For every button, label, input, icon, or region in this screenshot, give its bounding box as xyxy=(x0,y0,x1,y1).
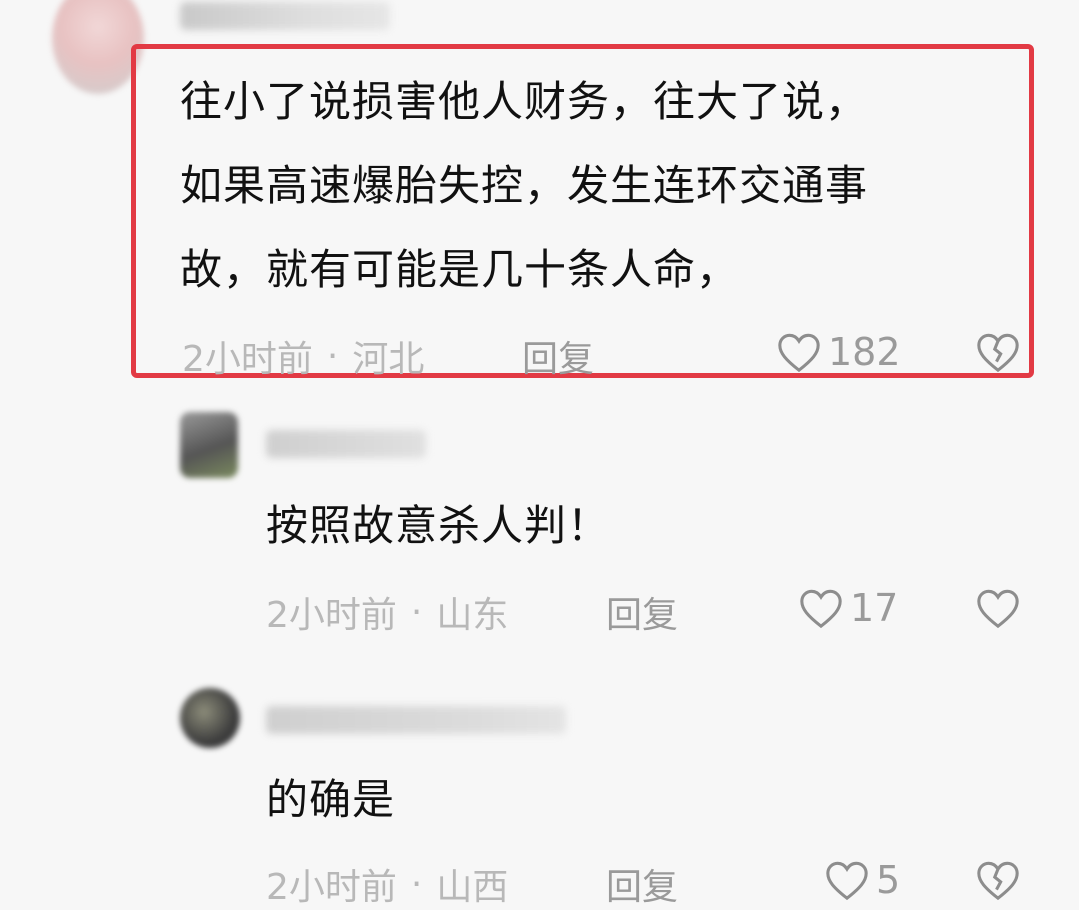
dislike-button[interactable] xyxy=(975,858,1021,906)
comment-meta: 2小时前 · 山东 xyxy=(266,586,508,638)
username[interactable] xyxy=(266,706,566,734)
comment-text: 的确是 xyxy=(266,775,396,824)
reply-button[interactable]: 回复 xyxy=(522,330,594,382)
like-count: 182 xyxy=(828,330,901,374)
comment-location: 山东 xyxy=(436,595,509,636)
dislike-button[interactable] xyxy=(975,330,1021,378)
dislike-button[interactable] xyxy=(975,586,1021,634)
comment-location: 山西 xyxy=(436,867,509,908)
like-count: 17 xyxy=(850,586,899,630)
username[interactable] xyxy=(266,430,426,458)
meta-separator: · xyxy=(326,335,339,377)
like-button[interactable]: 17 xyxy=(798,586,898,630)
heart-outline-icon xyxy=(826,861,868,901)
reply-button[interactable]: 回复 xyxy=(606,858,678,910)
broken-heart-icon xyxy=(977,861,1019,901)
like-count: 5 xyxy=(876,858,901,902)
username[interactable] xyxy=(180,2,390,30)
comment-location: 河北 xyxy=(352,339,425,380)
heart-outline-icon xyxy=(800,589,842,629)
meta-separator: · xyxy=(410,863,423,905)
meta-separator: · xyxy=(410,591,423,633)
reply-button[interactable]: 回复 xyxy=(606,586,678,638)
comment-time: 2小时前 xyxy=(266,595,397,636)
comment-meta: 2小时前 · 河北 xyxy=(182,330,424,382)
comment-text: 按照故意杀人判！ xyxy=(266,501,611,550)
comment-text: 往小了说损害他人财务，往大了说， 如果高速爆胎失控，发生连环交通事 故，就有可能… xyxy=(180,77,869,294)
like-button[interactable]: 5 xyxy=(824,858,900,902)
avatar[interactable] xyxy=(180,412,238,478)
comment-meta: 2小时前 · 山西 xyxy=(266,858,508,910)
like-button[interactable]: 182 xyxy=(776,330,901,374)
broken-heart-icon xyxy=(977,333,1019,373)
comment-time: 2小时前 xyxy=(266,867,397,908)
heart-outline-icon xyxy=(778,333,820,373)
avatar[interactable] xyxy=(180,688,240,748)
comment-time: 2小时前 xyxy=(182,339,313,380)
heart-outline-icon xyxy=(977,589,1019,629)
